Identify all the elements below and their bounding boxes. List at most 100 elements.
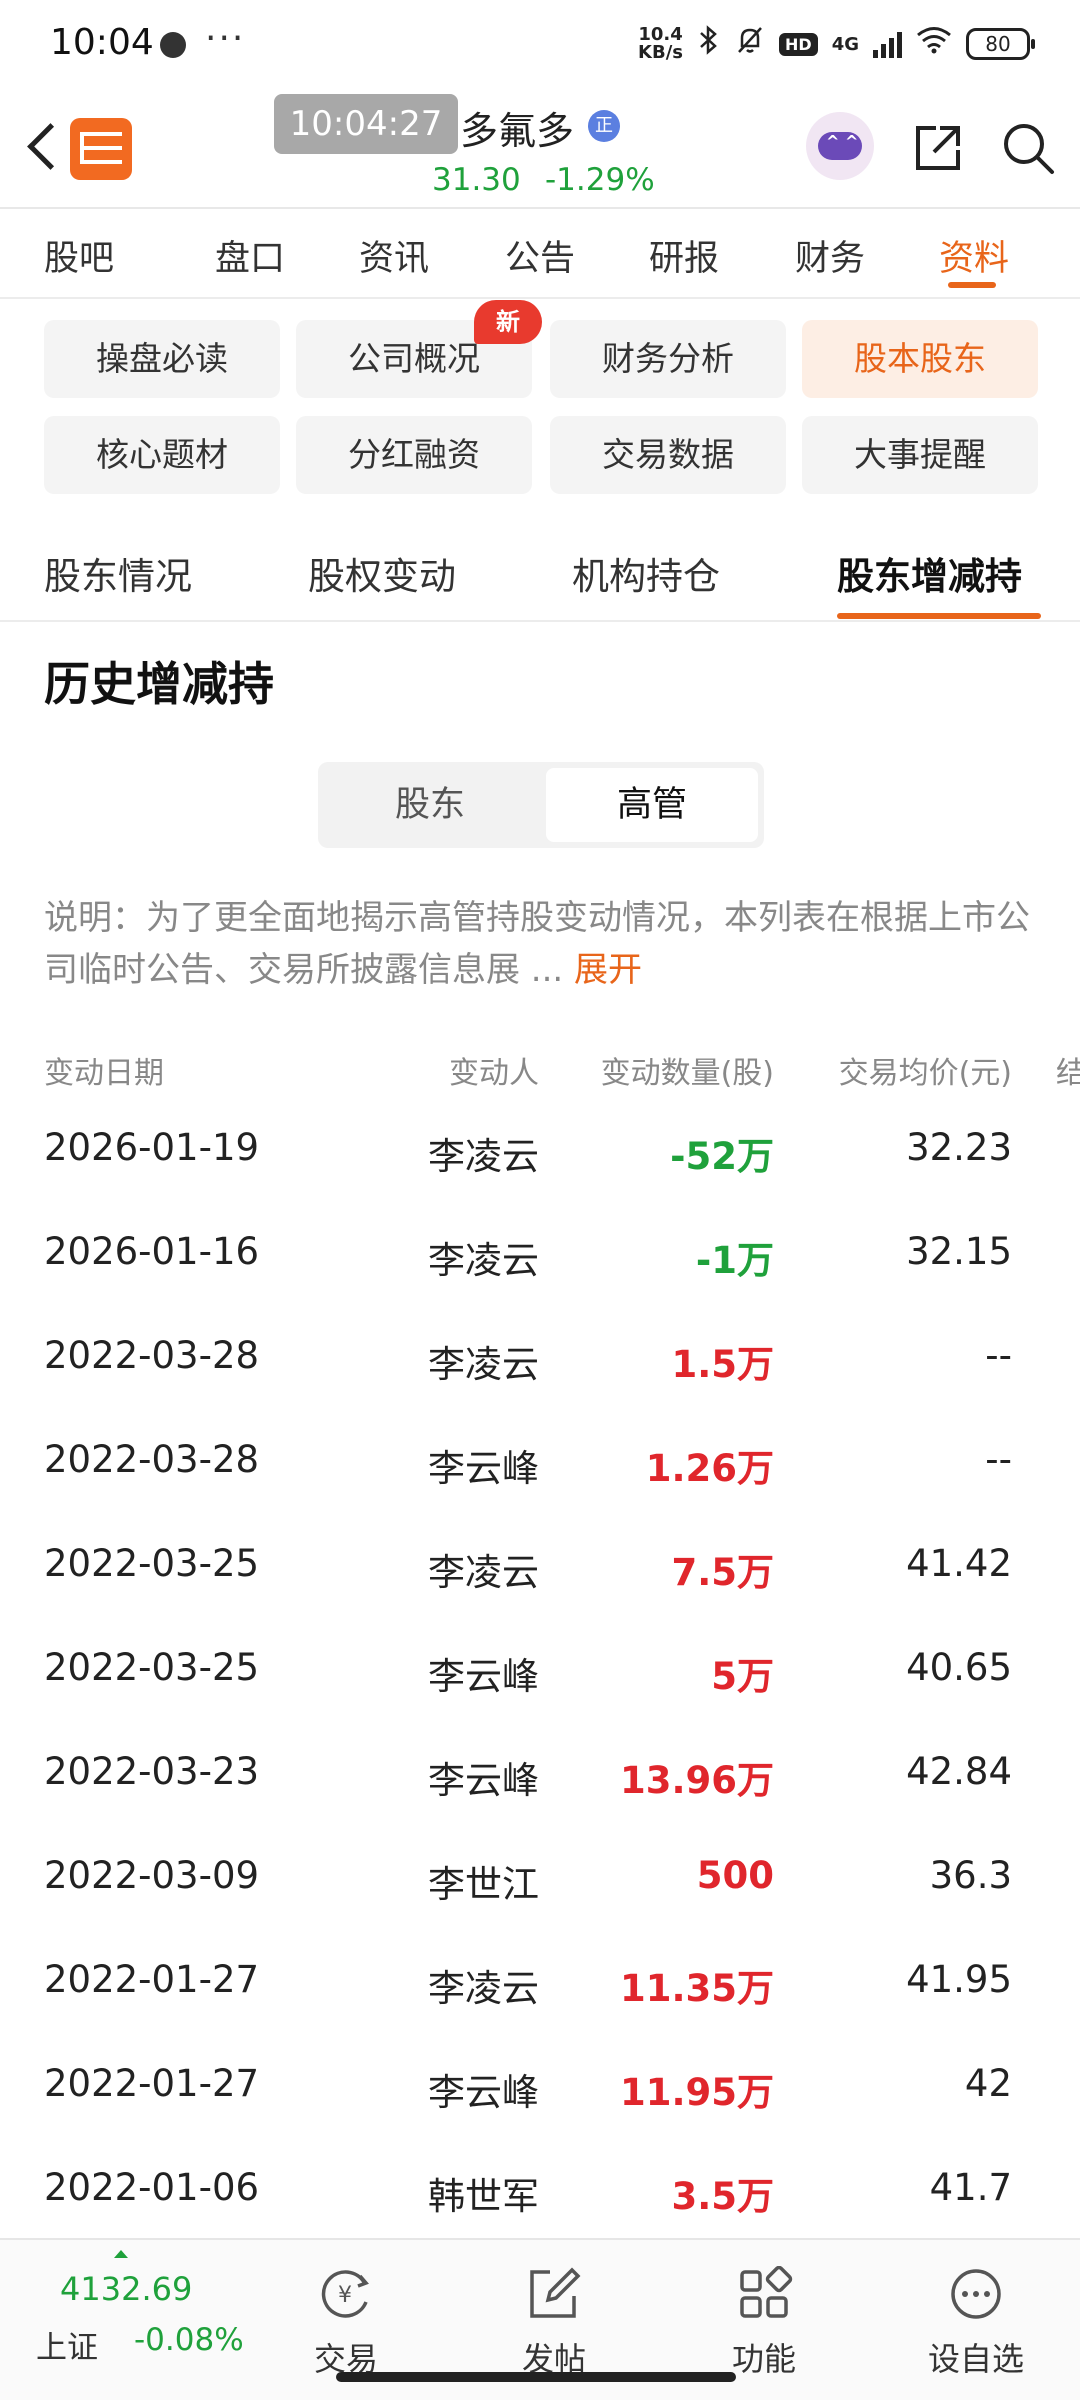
table-row[interactable]: 2022-03-23 李云峰 13.96万 42.84 [0,1722,1080,1826]
cell-person: 李凌云 [428,1135,539,1178]
cell-avg-price: 42 [964,2062,1012,2105]
tab-news[interactable]: 资讯 [334,230,454,281]
back-icon[interactable] [22,118,66,174]
status-indicators: 10.4 KB/s HD 4G 80 [638,22,1035,66]
nav-trade[interactable]: ¥ 交易 [276,2252,416,2378]
cell-quantity: 13.96万 [619,1759,774,1802]
nav-post[interactable]: 发帖 [484,2252,624,2378]
svg-text:¥: ¥ [338,2283,352,2308]
cell-avg-price: 32.23 [906,1126,1012,1169]
table-row[interactable]: 2022-03-25 李云峰 5万 40.65 [0,1618,1080,1722]
stock-name[interactable]: 多氟多 [460,100,574,155]
home-indicator [336,2372,736,2382]
status-bar: 10:04 ··· 10.4 KB/s HD 4G 80 [0,0,1080,90]
battery-icon: 80 [966,28,1035,60]
description-text: 说明：为了更全面地揭示高管持股变动情况，本列表在根据上市公司临时公告、交易所披露… [44,898,1030,990]
more-notifications-icon: ··· [205,18,246,59]
table-row[interactable]: 2022-01-27 李凌云 11.35万 41.95 [0,1930,1080,2034]
compose-icon [524,2266,584,2322]
cell-avg-price: 41.7 [929,2166,1012,2209]
col-header-avg-price: 交易均价(元) [838,1056,1012,1091]
subtab-equity-changes[interactable]: 股权变动 [308,546,456,600]
cell-person: 李凌云 [428,1967,539,2010]
cell-date: 2022-03-23 [44,1750,260,1793]
toggle-shareholders[interactable]: 股东 [324,768,536,842]
description: 说明：为了更全面地揭示高管持股变动情况，本列表在根据上市公司临时公告、交易所披露… [44,892,1044,996]
time-overlay: 10:04:27 [274,94,458,154]
category-trading-guide[interactable]: 操盘必读 [44,320,280,398]
section-title: 历史增减持 [44,657,274,711]
expand-link[interactable]: 展开 [574,950,642,990]
category-shareholders[interactable]: 股本股东 [802,320,1038,398]
subtabs-divider [0,620,1080,622]
nav-functions[interactable]: 功能 [694,2252,834,2378]
cell-avg-price: 32.15 [906,1230,1012,1273]
trade-icon: ¥ [316,2266,376,2322]
cell-date: 2026-01-16 [44,1230,260,1273]
cell-date: 2026-01-19 [44,1126,260,1169]
tab-announcements[interactable]: 公告 [480,230,600,281]
cell-avg-price: 40.65 [906,1646,1012,1689]
table-row[interactable]: 2022-03-09 李世江 500 36.3 [0,1826,1080,1930]
category-trading-data[interactable]: 交易数据 [550,416,786,494]
category-financial-analysis[interactable]: 财务分析 [550,320,786,398]
col-header-quantity: 变动数量(股) [600,1056,774,1091]
cell-quantity: 1.5万 [671,1343,774,1386]
index-change: -0.08% [134,2322,244,2358]
status-time: 10:04 [50,22,154,63]
cell-person: 李凌云 [428,1343,539,1386]
ai-assistant-avatar[interactable] [806,112,874,180]
subtab-holding-changes[interactable]: 股东增减持 [837,546,1022,600]
cell-person: 李云峰 [428,1655,539,1698]
category-events[interactable]: 大事提醒 [802,416,1038,494]
cell-avg-price: -- [985,1438,1012,1481]
table-row[interactable]: 2022-01-27 李云峰 11.95万 42 [0,2034,1080,2138]
col-header-person: 变动人 [449,1056,539,1091]
table-row[interactable]: 2022-03-28 李云峰 1.26万 -- [0,1410,1080,1514]
category-core-themes[interactable]: 核心题材 [44,416,280,494]
cell-quantity: 1.26万 [645,1447,774,1490]
index-name: 上证 [36,2330,98,2366]
brand-logo-mark [80,132,122,164]
cell-quantity: 11.95万 [619,2071,774,2114]
table-row[interactable]: 2026-01-16 李凌云 -1万 32.15 [0,1202,1080,1306]
table-row[interactable]: 2022-03-25 李凌云 7.5万 41.42 [0,1514,1080,1618]
cell-person: 李云峰 [428,1759,539,1802]
cell-date: 2022-03-28 [44,1438,260,1481]
cell-quantity: -52万 [670,1135,774,1178]
cell-date: 2022-03-25 [44,1646,260,1689]
new-badge: 新 [474,300,542,344]
grid-apps-icon [734,2265,794,2322]
signal-icon [873,30,902,58]
subtab-institutional-holdings[interactable]: 机构持仓 [572,546,720,600]
cell-avg-price: -- [985,1334,1012,1377]
stock-price: 31.30 [432,162,521,198]
search-icon[interactable] [1000,120,1056,176]
cell-person: 李凌云 [428,1551,539,1594]
nav-watchlist[interactable]: 设自选 [906,2252,1046,2378]
tab-finance[interactable]: 财务 [770,230,890,281]
brand-logo [70,118,132,180]
more-circle-icon [946,2266,1006,2322]
cell-date: 2022-03-28 [44,1334,260,1377]
share-icon[interactable] [910,120,966,176]
table-row[interactable]: 2022-03-28 李凌云 1.5万 -- [0,1306,1080,1410]
toggle-executives[interactable]: 高管 [546,768,758,842]
tab-guba[interactable]: 股吧 [44,230,164,281]
cell-avg-price: 41.42 [906,1542,1012,1585]
subtab-shareholder-status[interactable]: 股东情况 [44,546,192,600]
network-type: 4G [831,33,859,55]
cell-date: 2022-03-25 [44,1542,260,1585]
nav-watchlist-label: 设自选 [927,2340,1024,2378]
tab-pankou[interactable]: 盘口 [190,230,310,281]
bluetooth-icon [697,24,721,64]
cell-quantity: 5万 [711,1655,774,1698]
cell-quantity: 3.5万 [671,2175,774,2218]
tab-research[interactable]: 研报 [624,230,744,281]
tab-profile[interactable]: 资料 [914,230,1034,281]
stock-header: 10:04:27 多氟多 正 31.30 -1.29% [0,90,1080,208]
cell-avg-price: 42.84 [906,1750,1012,1793]
table-row[interactable]: 2022-01-06 韩世军 3.5万 41.7 [0,2138,1080,2242]
table-row[interactable]: 2026-01-19 李凌云 -52万 32.23 [0,1098,1080,1202]
category-dividends-financing[interactable]: 分红融资 [296,416,532,494]
